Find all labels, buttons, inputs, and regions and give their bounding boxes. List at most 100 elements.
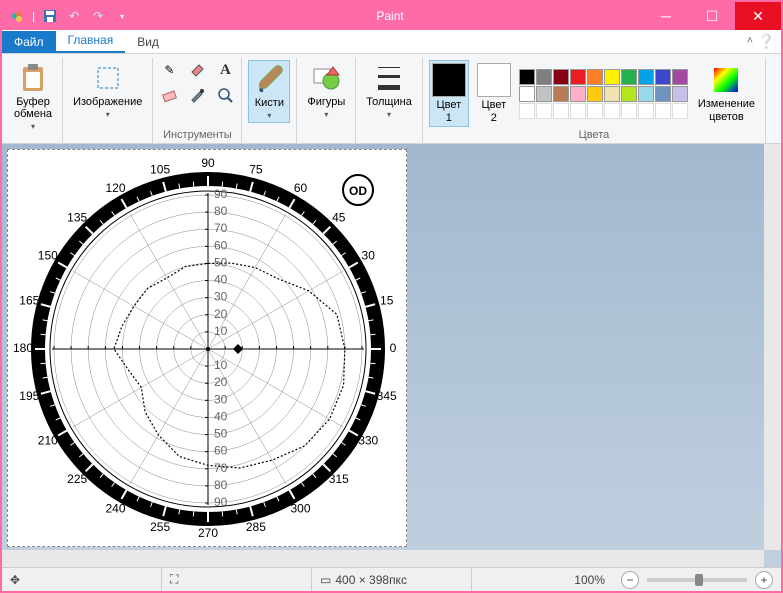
horizontal-scrollbar[interactable] bbox=[2, 550, 764, 567]
svg-text:30: 30 bbox=[362, 249, 376, 263]
color-swatch[interactable] bbox=[655, 69, 671, 85]
eraser-icon[interactable] bbox=[159, 85, 179, 105]
color2-button[interactable]: Цвет 2 bbox=[475, 61, 513, 125]
paste-label: Буфер обмена bbox=[14, 96, 52, 120]
svg-text:80: 80 bbox=[214, 204, 228, 218]
group-tools: ✎ A Инструменты bbox=[153, 58, 242, 143]
color-palette bbox=[519, 69, 688, 119]
svg-text:45: 45 bbox=[332, 210, 346, 224]
close-button[interactable]: ✕ bbox=[735, 2, 781, 30]
color-swatch[interactable] bbox=[638, 69, 654, 85]
zoom-in-button[interactable]: + bbox=[755, 571, 773, 589]
qat-separator: | bbox=[32, 9, 35, 23]
color-swatch[interactable] bbox=[621, 69, 637, 85]
chevron-down-icon: ▾ bbox=[324, 110, 328, 119]
shapes-label: Фигуры bbox=[307, 96, 345, 108]
color1-label: Цвет 1 bbox=[437, 99, 462, 123]
qat-dropdown-icon[interactable]: ▾ bbox=[113, 7, 131, 25]
color-swatch[interactable] bbox=[536, 86, 552, 102]
svg-text:270: 270 bbox=[198, 526, 218, 540]
svg-text:105: 105 bbox=[150, 162, 170, 176]
svg-text:90: 90 bbox=[214, 187, 228, 201]
edit-colors-button[interactable]: Изменение цветов bbox=[694, 62, 759, 124]
svg-text:75: 75 bbox=[249, 162, 263, 176]
svg-text:50: 50 bbox=[214, 427, 228, 441]
home-tab[interactable]: Главная bbox=[56, 29, 126, 53]
color-swatch[interactable] bbox=[519, 103, 535, 119]
color-swatch[interactable] bbox=[655, 86, 671, 102]
svg-text:165: 165 bbox=[19, 293, 39, 307]
pencil-icon[interactable]: ✎ bbox=[159, 60, 179, 80]
zoom-out-button[interactable]: − bbox=[621, 571, 639, 589]
shapes-button[interactable]: Фигуры ▾ bbox=[303, 60, 349, 121]
color-swatch[interactable] bbox=[604, 86, 620, 102]
svg-text:60: 60 bbox=[214, 444, 228, 458]
file-tab[interactable]: Файл bbox=[2, 31, 56, 53]
fill-icon[interactable] bbox=[187, 60, 207, 80]
color-swatch[interactable] bbox=[672, 69, 688, 85]
save-icon[interactable] bbox=[41, 7, 59, 25]
svg-text:315: 315 bbox=[329, 472, 349, 486]
titlebar: | ↶ ↷ ▾ Paint ─ ☐ ✕ bbox=[2, 2, 781, 30]
collapse-ribbon-icon[interactable]: ˄ bbox=[747, 35, 753, 47]
color-swatch[interactable] bbox=[638, 86, 654, 102]
help-icon[interactable]: ❔ bbox=[758, 33, 775, 50]
canvas[interactable]: 0153045607590105120135150165180195210225… bbox=[7, 149, 407, 547]
brushes-button[interactable]: Кисти ▾ bbox=[248, 60, 290, 123]
color-swatch[interactable] bbox=[672, 86, 688, 102]
ribbon-tabs: Файл Главная Вид ˄ ❔ bbox=[2, 30, 781, 54]
canvas-dimensions: 400 × 398пкс bbox=[335, 573, 407, 587]
color-swatch[interactable] bbox=[621, 86, 637, 102]
app-icon bbox=[8, 7, 26, 25]
svg-text:255: 255 bbox=[150, 520, 170, 534]
color-swatch[interactable] bbox=[536, 103, 552, 119]
color-swatch[interactable] bbox=[553, 69, 569, 85]
brushes-label: Кисти bbox=[255, 97, 284, 109]
color-swatch[interactable] bbox=[536, 69, 552, 85]
vertical-scrollbar[interactable] bbox=[764, 144, 781, 550]
color-swatch[interactable] bbox=[553, 103, 569, 119]
picker-icon[interactable] bbox=[187, 85, 207, 105]
view-tab[interactable]: Вид bbox=[125, 31, 171, 53]
chevron-down-icon: ▾ bbox=[267, 111, 271, 120]
zoom-slider[interactable] bbox=[647, 578, 747, 582]
maximize-button[interactable]: ☐ bbox=[689, 2, 735, 30]
color-swatch[interactable] bbox=[604, 69, 620, 85]
color-swatch[interactable] bbox=[570, 103, 586, 119]
thickness-button[interactable]: Толщина ▾ bbox=[362, 60, 416, 121]
svg-text:60: 60 bbox=[294, 181, 308, 195]
undo-icon[interactable]: ↶ bbox=[65, 7, 83, 25]
color-swatch[interactable] bbox=[570, 86, 586, 102]
svg-text:20: 20 bbox=[214, 375, 228, 389]
color-swatch[interactable] bbox=[621, 103, 637, 119]
color-swatch[interactable] bbox=[519, 69, 535, 85]
svg-text:285: 285 bbox=[246, 520, 266, 534]
svg-text:345: 345 bbox=[377, 389, 397, 403]
color-swatch[interactable] bbox=[519, 86, 535, 102]
svg-text:80: 80 bbox=[214, 478, 228, 492]
color-swatch[interactable] bbox=[587, 69, 603, 85]
svg-text:120: 120 bbox=[105, 181, 125, 195]
color-swatch[interactable] bbox=[587, 103, 603, 119]
text-icon[interactable]: A bbox=[215, 60, 235, 80]
color-swatch[interactable] bbox=[570, 69, 586, 85]
color-swatch[interactable] bbox=[553, 86, 569, 102]
color-swatch[interactable] bbox=[655, 103, 671, 119]
color-swatch[interactable] bbox=[638, 103, 654, 119]
color-swatch[interactable] bbox=[672, 103, 688, 119]
canvas-workspace[interactable]: 0153045607590105120135150165180195210225… bbox=[2, 144, 781, 567]
magnifier-icon[interactable] bbox=[215, 85, 235, 105]
chevron-down-icon: ▾ bbox=[106, 110, 110, 119]
zoom-level: 100% bbox=[574, 573, 605, 587]
color-swatch[interactable] bbox=[604, 103, 620, 119]
color1-button[interactable]: Цвет 1 bbox=[429, 60, 469, 126]
color-swatch[interactable] bbox=[587, 86, 603, 102]
group-image: Изображение ▾ bbox=[63, 58, 153, 143]
zoom-thumb[interactable] bbox=[695, 574, 703, 586]
select-button[interactable]: Изображение ▾ bbox=[69, 60, 146, 121]
svg-text:135: 135 bbox=[67, 210, 87, 224]
redo-icon[interactable]: ↷ bbox=[89, 7, 107, 25]
cursor-position-icon: ✥ bbox=[10, 573, 20, 587]
paste-button[interactable]: Буфер обмена ▾ bbox=[10, 60, 56, 133]
minimize-button[interactable]: ─ bbox=[643, 2, 689, 30]
